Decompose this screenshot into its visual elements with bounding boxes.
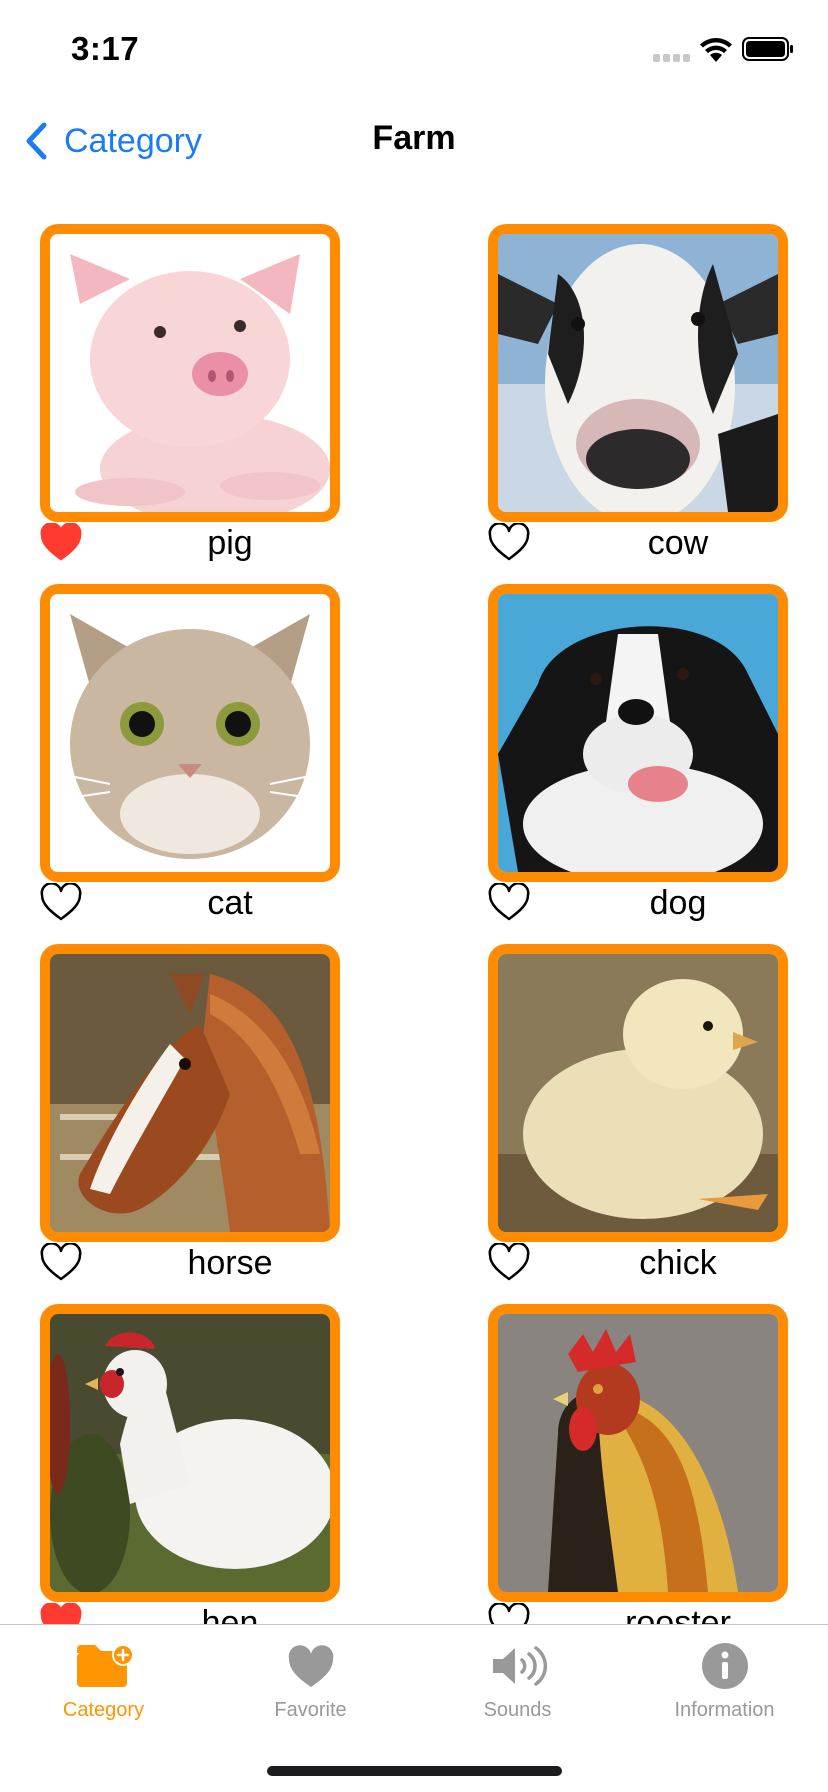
horse-photo[interactable] xyxy=(40,944,340,1242)
folder-plus-icon xyxy=(76,1644,134,1687)
animal-cell: pig xyxy=(40,224,340,570)
animal-cell: horse xyxy=(40,944,340,1290)
screen: 3:17 Category Farm pig cow cat dog horse… xyxy=(0,0,828,1792)
animal-cell: cat xyxy=(40,584,340,930)
status-time: 3:17 xyxy=(71,30,140,67)
rooster-photo[interactable] xyxy=(488,1304,788,1602)
favorite-heart-icon[interactable] xyxy=(40,523,82,563)
dog-photo[interactable] xyxy=(488,584,788,882)
cat-photo[interactable] xyxy=(40,584,340,882)
tab-information[interactable]: Information xyxy=(621,1625,828,1725)
status-bar: 3:17 xyxy=(0,0,828,100)
home-indicator xyxy=(267,1766,562,1776)
favorite-heart-icon[interactable] xyxy=(488,523,530,563)
animal-name: pig xyxy=(207,524,253,562)
animal-cell: chick xyxy=(488,944,788,1290)
animal-name: cow xyxy=(647,524,709,562)
animal-name: horse xyxy=(187,1244,273,1282)
pig-image xyxy=(50,234,330,512)
animal-name: rooster xyxy=(625,1604,731,1624)
speaker-icon xyxy=(492,1646,547,1686)
favorite-heart-icon[interactable] xyxy=(40,1243,82,1283)
cow-photo[interactable] xyxy=(488,224,788,522)
animal-cell: rooster xyxy=(488,1304,788,1624)
animal-name: chick xyxy=(639,1244,717,1282)
tab-sounds-label: Sounds xyxy=(483,1699,552,1721)
horse-image xyxy=(50,954,330,1232)
animal-cell: hen xyxy=(40,1304,340,1624)
cellular-signal-icon xyxy=(653,54,691,62)
cow-image xyxy=(498,234,778,512)
animal-name: cat xyxy=(207,884,253,922)
favorite-heart-icon[interactable] xyxy=(40,883,82,923)
info-icon xyxy=(701,1643,748,1689)
animal-grid: pig cow cat dog horse chick hen rooster xyxy=(0,224,828,1624)
chick-photo[interactable] xyxy=(488,944,788,1242)
wifi-icon xyxy=(700,38,732,62)
tab-information-label: Information xyxy=(674,1699,775,1721)
favorite-heart-icon[interactable] xyxy=(40,1603,82,1624)
heart-icon xyxy=(288,1645,333,1687)
favorite-heart-icon[interactable] xyxy=(488,883,530,923)
navigation-bar: Category Farm xyxy=(0,100,828,180)
favorite-heart-icon[interactable] xyxy=(488,1603,530,1624)
pig-photo[interactable] xyxy=(40,224,340,522)
chick-image xyxy=(498,954,778,1232)
cat-image xyxy=(50,594,330,872)
animal-cell: dog xyxy=(488,584,788,930)
tab-sounds[interactable]: Sounds xyxy=(414,1625,621,1725)
animal-cell: cow xyxy=(488,224,788,570)
dog-image xyxy=(498,594,778,872)
tab-favorite[interactable]: Favorite xyxy=(207,1625,414,1725)
favorite-heart-icon[interactable] xyxy=(488,1243,530,1283)
page-title: Farm xyxy=(372,119,456,157)
hen-photo[interactable] xyxy=(40,1304,340,1602)
hen-image xyxy=(50,1314,330,1592)
animal-name: dog xyxy=(649,884,707,922)
battery-icon xyxy=(742,37,793,61)
tab-favorite-label: Favorite xyxy=(274,1699,347,1721)
rooster-image xyxy=(498,1314,778,1592)
animal-name: hen xyxy=(201,1604,259,1624)
tab-category[interactable]: Category xyxy=(0,1625,207,1725)
tab-category-label: Category xyxy=(62,1699,145,1721)
